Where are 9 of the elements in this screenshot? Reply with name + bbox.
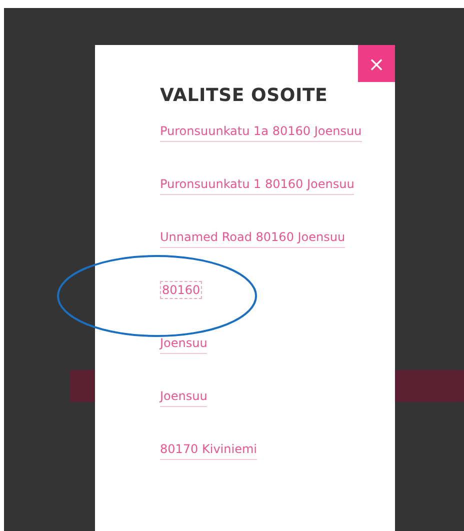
address-link[interactable]: Unnamed Road 80160 Joensuu [160, 230, 346, 248]
address-link[interactable]: Joensuu [160, 336, 208, 354]
address-link[interactable]: Puronsuunkatu 1 80160 Joensuu [160, 177, 354, 195]
address-link[interactable]: 80160 [160, 281, 202, 299]
dialog-title: VALITSE OSOITE [160, 85, 329, 106]
close-button[interactable]: × [358, 45, 395, 82]
address-link[interactable]: Puronsuunkatu 1a 80160 Joensuu [160, 124, 362, 142]
address-link[interactable]: 80170 Kiviniemi [160, 442, 257, 460]
address-link[interactable]: Joensuu [160, 389, 208, 407]
